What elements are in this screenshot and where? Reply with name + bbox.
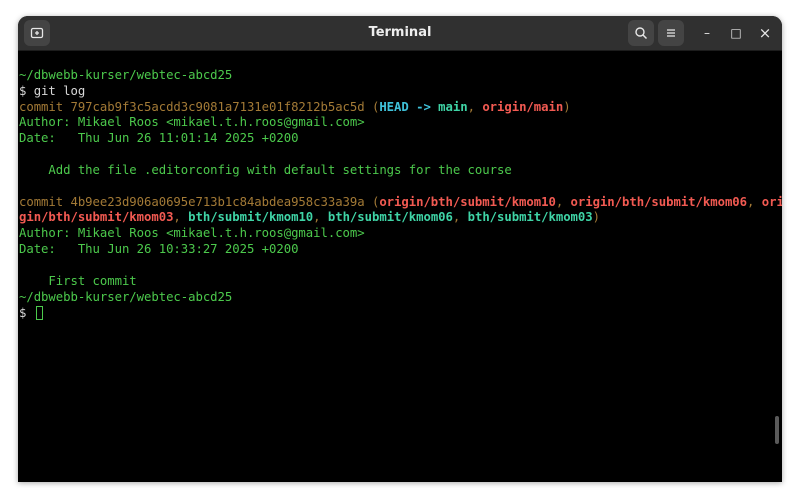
- ref-remote-branch: ori: [761, 194, 782, 209]
- commit-line: commit 4b9ee23d906a0695e713b1c84abdea958…: [19, 195, 782, 211]
- ref-local-branch: bth/submit/kmom03: [467, 210, 593, 225]
- ref-separator: ,: [747, 194, 762, 209]
- ref-arrow: ->: [408, 99, 439, 114]
- commit-message: Add the file .editorconfig with default …: [19, 162, 512, 177]
- maximize-icon: □: [730, 26, 742, 40]
- author-line: Author: Mikael Roos <mikael.t.h.roos@gma…: [19, 226, 365, 241]
- ref-paren: (: [364, 99, 380, 114]
- date-line: Date: Thu Jun 26 10:33:27 2025 +0200: [19, 242, 299, 257]
- minimize-button[interactable]: –: [695, 21, 719, 45]
- close-button[interactable]: ×: [753, 21, 777, 45]
- terminal-window: Terminal – □ × ~/dbwebb-kurser/webtec-ab…: [18, 16, 782, 482]
- cwd-line: ~/dbwebb-kurser/webtec-abcd25: [19, 67, 233, 82]
- title-bar: Terminal – □ ×: [18, 16, 782, 51]
- terminal-output[interactable]: ~/dbwebb-kurser/webtec-abcd25 $ git log co…: [19, 51, 782, 482]
- ref-remote-branch: gin/bth/submit/kmom03: [19, 210, 174, 225]
- ref-separator: ,: [452, 210, 468, 225]
- prompt-symbol: $: [19, 305, 34, 320]
- ref-remote-branch: origin/main: [482, 99, 564, 114]
- menu-button[interactable]: [658, 20, 684, 46]
- scrollbar[interactable]: [775, 416, 779, 444]
- cwd-line: ~/dbwebb-kurser/webtec-abcd25: [19, 289, 233, 304]
- ref-local-branch: bth/submit/kmom06: [327, 210, 453, 225]
- ref-separator: ,: [173, 210, 189, 225]
- command-line: $ git log: [19, 83, 86, 98]
- commit-hash: commit 797cab9f3c5acdd3c9081a7131e01f821…: [19, 99, 365, 114]
- close-icon: ×: [758, 24, 772, 42]
- ref-paren: ): [592, 210, 600, 225]
- ref-local-branch: bth/submit/kmom10: [188, 210, 314, 225]
- ref-paren: ): [563, 99, 571, 114]
- date-line: Date: Thu Jun 26 11:01:14 2025 +0200: [19, 131, 299, 146]
- author-line: Author: Mikael Roos <mikael.t.h.roos@gma…: [19, 115, 365, 130]
- commit-hash: commit 4b9ee23d906a0695e713b1c84abdea958…: [19, 194, 365, 209]
- prompt-line[interactable]: $: [19, 305, 782, 322]
- ref-remote-branch: origin/bth/submit/kmom10: [379, 194, 556, 209]
- text-cursor: [35, 305, 43, 320]
- search-icon: [635, 27, 648, 40]
- commit-message: First commit: [19, 273, 137, 288]
- hamburger-menu-icon: [667, 29, 675, 37]
- search-button[interactable]: [628, 20, 654, 46]
- ref-paren: (: [364, 194, 380, 209]
- minimize-icon: –: [704, 26, 710, 40]
- commit-line: commit 797cab9f3c5acdd3c9081a7131e01f821…: [19, 100, 782, 116]
- ref-remote-branch: origin/bth/submit/kmom06: [570, 194, 748, 209]
- ref-separator: ,: [467, 99, 483, 114]
- ref-separator: ,: [313, 210, 328, 225]
- commit-line-wrap: gin/bth/submit/kmom03, bth/submit/kmom10…: [19, 210, 782, 226]
- ref-head: HEAD: [379, 99, 409, 114]
- ref-local-branch: main: [438, 99, 468, 114]
- maximize-button[interactable]: □: [724, 21, 748, 45]
- ref-separator: ,: [555, 194, 571, 209]
